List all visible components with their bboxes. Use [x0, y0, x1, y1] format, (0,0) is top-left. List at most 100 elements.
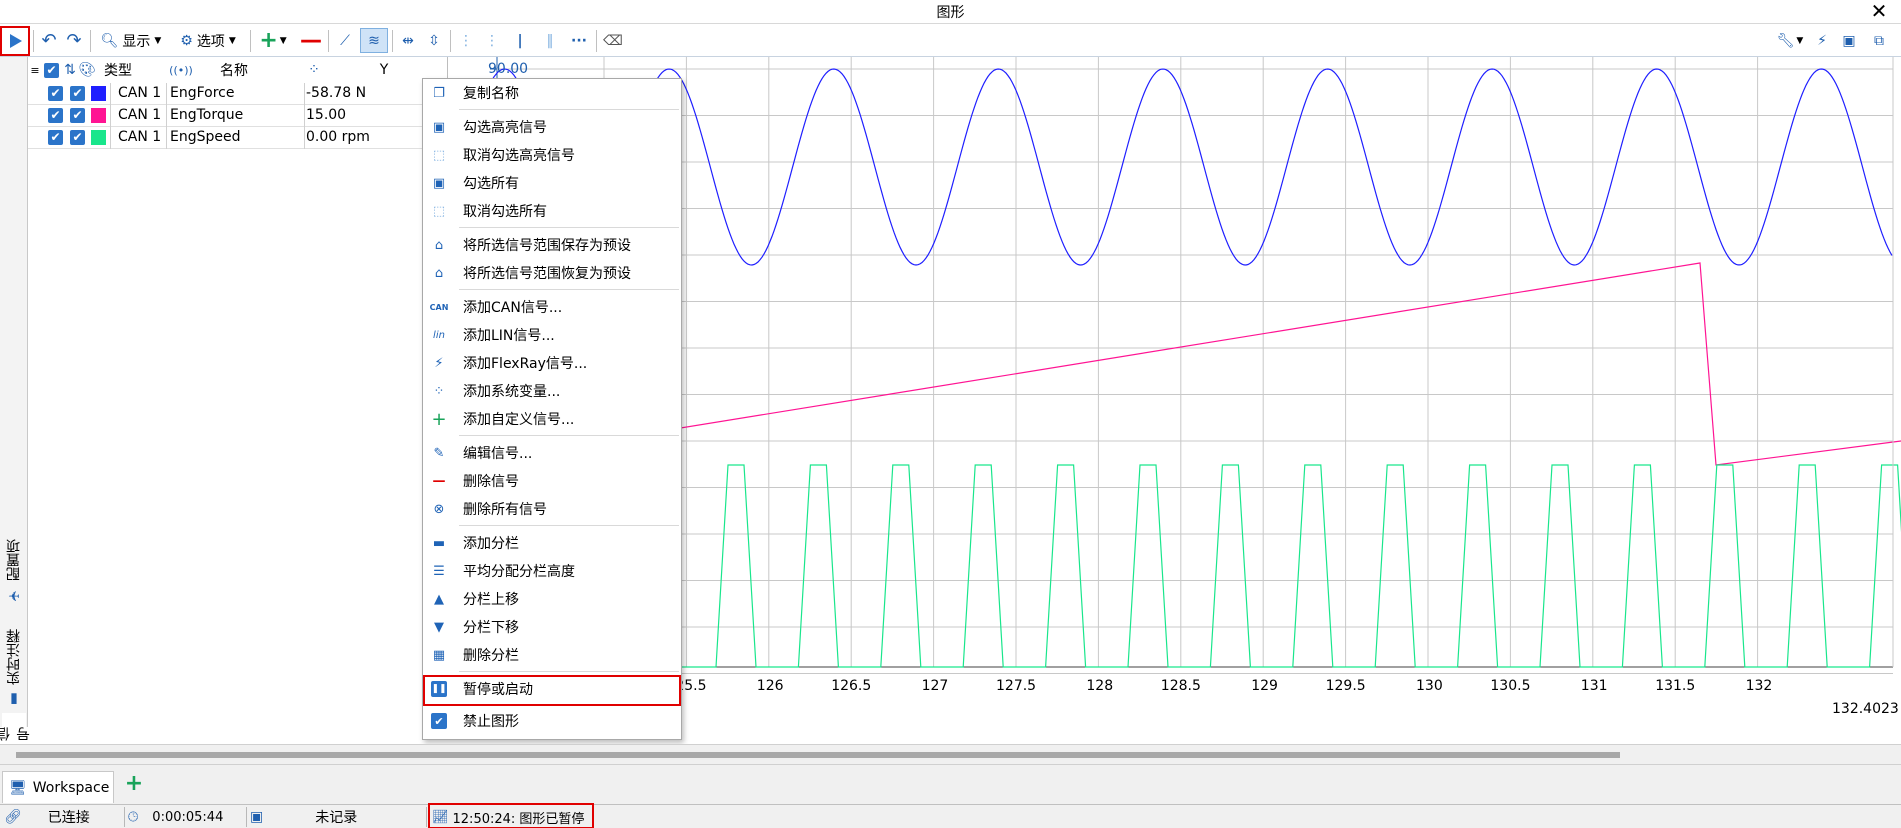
menu-uncheck-highlight-label: 取消勾选高亮信号 [463, 148, 575, 164]
x-tick-label: 132 [1745, 678, 1773, 694]
redo-icon: ↷ [66, 30, 82, 51]
display-dropdown[interactable]: 🔍︎ 显示 ▼ [96, 28, 166, 53]
table-row[interactable]: ✔ ✔ CAN 1 EngForce -58.78 N [28, 83, 448, 105]
menu-delete-all-label: 删除所有信号 [463, 502, 547, 518]
row-enabled-checkbox[interactable]: ✔ [70, 86, 85, 101]
fit-horizontal-button[interactable]: ⇹ [396, 28, 420, 53]
x-tick-label: 126.5 [831, 678, 872, 694]
cursor-icon: ⋮ [459, 32, 473, 49]
fit-horizontal-icon: ⇹ [402, 32, 414, 49]
lightning-icon: ⚡︎ [1817, 32, 1827, 49]
menu-save-range-preset[interactable]: ⌂ 将所选信号范围保存为预设 [423, 231, 681, 259]
close-icon[interactable]: ✕ [1864, 0, 1894, 24]
check-all-checkbox[interactable]: ✔ [44, 63, 59, 78]
menu-delete-all-signals[interactable]: ⊗ 删除所有信号 [423, 495, 681, 523]
select-box-icon: ▣ [432, 175, 446, 191]
tab-realtime-label: 实时注释 [6, 629, 22, 685]
tab-config[interactable]: ✈ 配置项 [2, 473, 26, 603]
menu-delete-pane[interactable]: ▦ 删除分栏 [423, 641, 681, 669]
col-type-header[interactable]: 类型 [96, 57, 140, 83]
line-chart-button[interactable]: ⟋ [332, 28, 358, 53]
double-cursor-button[interactable]: ‖ [538, 28, 562, 53]
row-color-swatch[interactable] [91, 130, 106, 145]
menu-add-sysvar[interactable]: ⁘ 添加系统变量... [423, 377, 681, 405]
menu-uncheck-all[interactable]: ⬚ 取消勾选所有 [423, 197, 681, 225]
menu-delete-signal[interactable]: — 删除信号 [423, 467, 681, 495]
row-visible-checkbox[interactable]: ✔ [48, 108, 63, 123]
cursor-a-button[interactable]: ⋮ [454, 28, 478, 53]
can-icon: CAN [429, 302, 449, 312]
table-row[interactable]: ✔ ✔ CAN 1 EngTorque 15.00 [28, 105, 448, 127]
menu-restore-range-label: 将所选信号范围恢复为预设 [463, 266, 631, 282]
redo-button[interactable]: ↷ [62, 28, 86, 53]
horizontal-scrollbar[interactable] [0, 744, 1901, 764]
minus-icon: — [432, 473, 446, 489]
remove-signal-button[interactable]: — [298, 28, 324, 53]
minus-icon: — [300, 28, 322, 53]
col-name-header[interactable]: 名称 [194, 57, 274, 83]
add-tab-button[interactable]: + [122, 773, 146, 797]
menu-pane-up[interactable]: ▲ 分栏上移 [423, 585, 681, 613]
copy-icon: ❐ [433, 85, 445, 101]
menu-add-lin-label: 添加LIN信号... [463, 328, 555, 344]
row-visible-checkbox[interactable]: ✔ [48, 86, 63, 101]
toolbar: ↶ ↷ 🔍︎ 显示 ▼ ⚙ 选项 ▼ + ▼ — ⟋ ≋ ⇹ ⇳ ⋮ ⋮ | ‖… [0, 24, 1901, 57]
menu-disable-graph[interactable]: ✔ 禁止图形 [423, 707, 681, 735]
multi-line-chart-button[interactable]: ≋ [360, 28, 388, 53]
menu-add-pane[interactable]: ▬ 添加分栏 [423, 529, 681, 557]
x-tick-label: 128 [1086, 678, 1114, 694]
line-chart-icon: ⟋ [340, 32, 350, 49]
row-type: CAN 1 [118, 107, 162, 123]
monitor-icon: 🖥︎ [9, 779, 27, 796]
menu-add-lin[interactable]: lin 添加LIN信号... [423, 321, 681, 349]
menu-add-flexray[interactable]: ⚡︎ 添加FlexRay信号... [423, 349, 681, 377]
x-tick-label: 130.5 [1490, 678, 1531, 694]
more-button[interactable]: ··· [566, 28, 592, 53]
trigger-button[interactable]: ⚡︎ [1810, 28, 1834, 53]
caret-down-icon: ▼ [279, 35, 287, 46]
home-outline-icon: ⌂ [434, 265, 444, 281]
menu-uncheck-highlight[interactable]: ⬚ 取消勾选高亮信号 [423, 141, 681, 169]
menu-add-flexray-label: 添加FlexRay信号... [463, 356, 588, 372]
options-dropdown[interactable]: ⚙ 选项 ▼ [172, 28, 244, 53]
eraser-button[interactable]: ⌫ [600, 28, 626, 53]
caret-down-icon: ▼ [228, 35, 236, 46]
detach-window-button[interactable]: ⧉ [1866, 28, 1892, 53]
add-signal-dropdown[interactable]: + ▼ [254, 28, 292, 53]
plus-icon: + [124, 771, 144, 796]
menu-check-all[interactable]: ▣ 勾选所有 [423, 169, 681, 197]
row-enabled-checkbox[interactable]: ✔ [70, 130, 85, 145]
tools-dropdown[interactable]: 🔧︎ ▼ [1772, 28, 1808, 53]
menu-pane-down[interactable]: ▼ 分栏下移 [423, 613, 681, 641]
scrollbar-thumb[interactable] [16, 752, 1620, 758]
close-window-button[interactable]: ▣ [1836, 28, 1862, 53]
row-visible-checkbox[interactable]: ✔ [48, 130, 63, 145]
single-cursor-button[interactable]: | [508, 28, 532, 53]
table-row[interactable]: ✔ ✔ CAN 1 EngSpeed 0.00 rpm [28, 127, 448, 149]
cursor-b-button[interactable]: ⋮ [480, 28, 504, 53]
menu-add-custom-label: 添加自定义信号... [463, 412, 575, 428]
status-bar: 🔗︎ 已连接 🕒︎ 0:00:05:44 ▣ 未记录 📈︎ 12:50:24: … [0, 803, 1901, 828]
wrench-icon: 🔧︎ [1776, 32, 1795, 49]
menu-add-custom[interactable]: + 添加自定义信号... [423, 405, 681, 433]
menu-equal-pane-height[interactable]: ☰ 平均分配分栏高度 [423, 557, 681, 585]
tab-workspace[interactable]: 🖥︎ Workspace [2, 771, 114, 803]
menu-copy-name[interactable]: ❐ 复制名称 [423, 79, 681, 107]
connection-label: 已连接 [47, 810, 90, 826]
menu-restore-range-preset[interactable]: ⌂ 将所选信号范围恢复为预设 [423, 259, 681, 287]
menu-check-highlight[interactable]: ▣ 勾选高亮信号 [423, 113, 681, 141]
list-icon: ☰ [433, 563, 445, 579]
drag-handle-icon[interactable]: ≡ [28, 57, 42, 83]
window-detach-icon: ⧉ [1874, 32, 1884, 49]
row-color-swatch[interactable] [91, 108, 106, 123]
row-enabled-checkbox[interactable]: ✔ [70, 108, 85, 123]
menu-edit-signal[interactable]: ✎ 编辑信号... [423, 439, 681, 467]
menu-add-can[interactable]: CAN 添加CAN信号... [423, 293, 681, 321]
menu-save-range-label: 将所选信号范围保存为预设 [463, 238, 631, 254]
undo-button[interactable]: ↶ [37, 28, 61, 53]
row-color-swatch[interactable] [91, 86, 106, 101]
fit-vertical-button[interactable]: ⇳ [422, 28, 446, 53]
tab-realtime-notes[interactable]: ▮ 实时注释 [2, 607, 26, 707]
lin-icon: lin [433, 329, 445, 341]
sort-icon[interactable]: ⇅ [62, 57, 78, 83]
